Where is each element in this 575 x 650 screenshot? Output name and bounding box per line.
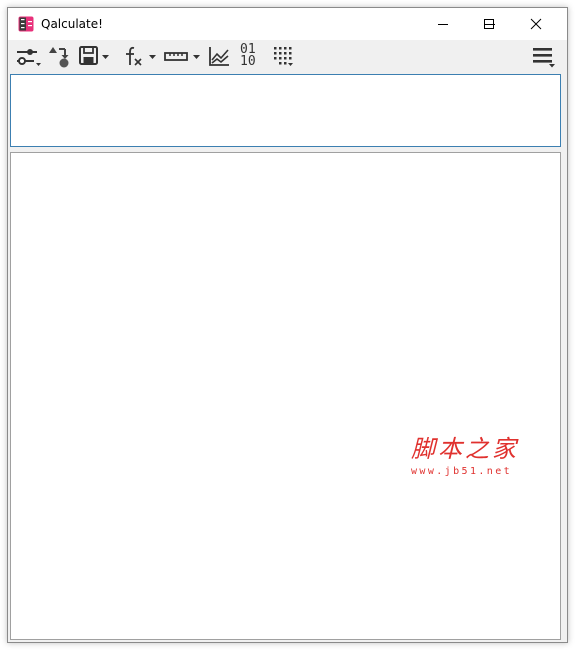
binary-label-bottom: 10	[240, 54, 256, 69]
store-variable-button[interactable]	[47, 44, 71, 68]
keypad-grid-icon	[274, 47, 293, 66]
watermark-text: 脚本之家	[411, 435, 519, 463]
floppy-disk-icon	[79, 46, 98, 65]
ruler-icon	[164, 52, 188, 61]
watermark-logo: 脚本之家 www.jb51.net	[411, 436, 536, 486]
keypad-button[interactable]	[272, 44, 294, 68]
save-button[interactable]	[78, 44, 110, 68]
app-window: Qalculate! 01 10 脚本之家 www.jb51.net	[7, 7, 568, 643]
result-history-area[interactable]	[10, 152, 561, 640]
minimize-control[interactable]	[420, 8, 466, 40]
qalculate-app-icon	[18, 16, 34, 32]
chart-icon	[209, 47, 229, 66]
close-button[interactable]	[513, 8, 559, 40]
plot-button[interactable]	[208, 44, 230, 68]
store-variable-icon	[49, 47, 69, 68]
maximize-icon	[484, 19, 494, 29]
save-dropdown-icon[interactable]	[102, 44, 110, 68]
hamburger-menu-icon	[533, 48, 555, 68]
window-title: Qalculate!	[41, 17, 103, 31]
units-dropdown-icon[interactable]	[191, 44, 201, 68]
minimize-glyph-icon	[438, 24, 448, 25]
close-icon	[530, 18, 542, 30]
functions-dropdown-icon[interactable]	[147, 44, 157, 68]
toolbar: 01 10	[8, 40, 567, 73]
watermark-url: www.jb51.net	[411, 466, 513, 477]
function-fx-icon	[126, 46, 142, 66]
binary-icon: 01 10	[240, 43, 256, 69]
number-bases-button[interactable]: 01 10	[240, 43, 256, 69]
expression-input[interactable]	[10, 74, 561, 147]
sliders-icon	[17, 49, 41, 66]
main-menu-button[interactable]	[532, 44, 556, 68]
maximize-button[interactable]	[466, 8, 512, 40]
units-button[interactable]	[163, 44, 201, 68]
functions-button[interactable]	[123, 44, 157, 68]
mode-button[interactable]	[16, 44, 42, 68]
